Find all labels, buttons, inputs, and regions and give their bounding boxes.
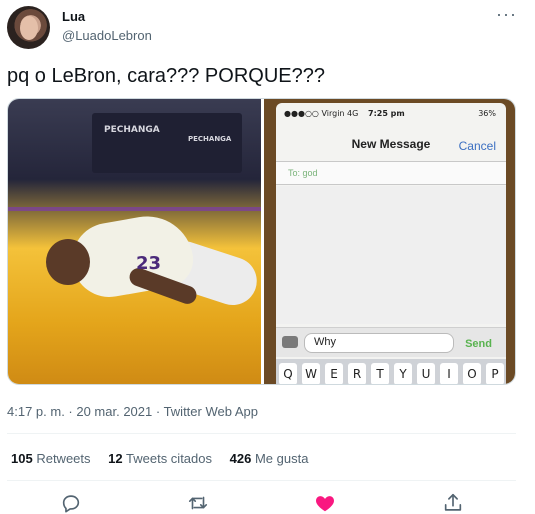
key: W <box>302 363 320 384</box>
media-grid: PECHANGA PECHANGA 23 ●●●○○ Virgin 4G 7:2… <box>7 98 516 385</box>
phone-screen: ●●●○○ Virgin 4G 7:25 pm 36% New Message … <box>276 103 506 384</box>
share-icon[interactable] <box>442 492 464 514</box>
retweets-count: 105 <box>11 451 33 466</box>
jersey-number: 23 <box>136 253 162 274</box>
sponsor-logo-1: PECHANGA <box>104 125 160 135</box>
sponsor-logo-2: PECHANGA <box>188 135 232 143</box>
avatar[interactable] <box>7 6 50 49</box>
retweets-stat[interactable]: 105 Retweets <box>11 451 91 466</box>
key: U <box>417 363 435 384</box>
message-area <box>276 186 506 324</box>
camera-icon <box>282 336 298 348</box>
scoreboard-banner <box>92 113 242 173</box>
court-line <box>8 207 261 211</box>
carrier-label: ●●●○○ Virgin 4G <box>284 109 359 118</box>
likes-stat[interactable]: 426 Me gusta <box>230 451 309 466</box>
heart-icon[interactable] <box>314 492 336 514</box>
reply-icon[interactable] <box>60 492 82 514</box>
keyboard-row: Q W E R T Y U I O P <box>276 359 506 384</box>
composer-bar: Why Send <box>276 327 506 357</box>
engagement-stats: 105 Retweets 12 Tweets citados 426 Me gu… <box>11 451 322 466</box>
action-bar <box>0 490 535 514</box>
likes-count: 426 <box>229 451 252 466</box>
divider <box>7 433 516 434</box>
key: E <box>325 363 343 384</box>
key: Q <box>279 363 297 384</box>
player-head <box>46 239 90 285</box>
cancel-label: Cancel <box>458 139 496 153</box>
clock: 7:25 pm <box>368 109 405 118</box>
quotes-label: Tweets citados <box>126 451 213 466</box>
key: T <box>371 363 389 384</box>
photo-basketball[interactable]: PECHANGA PECHANGA 23 <box>8 99 261 384</box>
key: Y <box>394 363 412 384</box>
message-input-text: Why <box>314 336 336 348</box>
retweets-label: Retweets <box>36 451 91 466</box>
more-options-icon[interactable]: ··· <box>496 4 517 24</box>
to-recipient: To: god <box>288 168 318 178</box>
key: O <box>463 363 481 384</box>
avatar-face <box>20 16 38 40</box>
to-field: To: god <box>276 161 506 185</box>
send-label: Send <box>465 338 492 350</box>
likes-label: Me gusta <box>254 451 309 466</box>
quotes-stat[interactable]: 12 Tweets citados <box>108 451 212 466</box>
tweet-text: pq o LeBron, cara??? PORQUE??? <box>7 65 325 87</box>
quotes-count: 12 <box>108 451 123 466</box>
photo-phone[interactable]: ●●●○○ Virgin 4G 7:25 pm 36% New Message … <box>264 99 515 384</box>
user-handle[interactable]: @LuadoLebron <box>62 28 152 43</box>
divider <box>7 480 516 481</box>
tweet: Lua @LuadoLebron ··· pq o LeBron, cara??… <box>0 0 535 514</box>
key: I <box>440 363 458 384</box>
battery-label: 36% <box>478 109 496 118</box>
retweet-icon[interactable] <box>187 492 209 514</box>
tweet-timestamp[interactable]: 4:17 p. m. · 20 mar. 2021 · Twitter Web … <box>7 404 258 419</box>
display-name[interactable]: Lua <box>62 9 85 24</box>
key: R <box>348 363 366 384</box>
key: P <box>486 363 504 384</box>
